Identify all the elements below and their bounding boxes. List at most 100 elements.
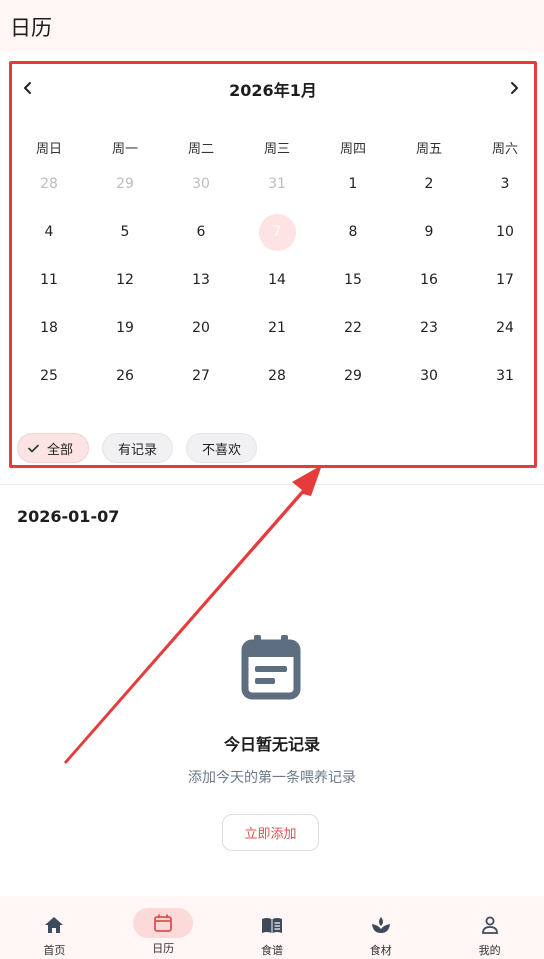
page-title: 日历 — [10, 16, 52, 40]
sprout-icon — [371, 917, 390, 933]
calendar-day-label: 13 — [192, 272, 210, 288]
nav-item-home[interactable]: 首页 — [0, 896, 109, 959]
calendar-day[interactable]: 31 — [467, 357, 543, 395]
calendar-day-label: 24 — [496, 320, 514, 336]
filter-chip-dislike[interactable]: 不喜欢 — [186, 433, 258, 463]
calendar-day-label: 1 — [348, 176, 358, 192]
calendar-day-label: 16 — [420, 272, 438, 288]
calendar-day[interactable]: 22 — [315, 309, 391, 347]
calendar-day-label: 22 — [344, 320, 362, 336]
calendar-day-label: 31 — [268, 176, 286, 192]
chevron-right-icon — [511, 82, 518, 94]
nav-item-ingredients[interactable]: 食材 — [326, 896, 435, 959]
calendar-day[interactable]: 23 — [391, 309, 467, 347]
calendar-day[interactable]: 4 — [11, 213, 87, 251]
weekday-label: 周四 — [339, 141, 366, 157]
calendar-day-label: 27 — [192, 368, 210, 384]
weekday-label: 周五 — [415, 141, 442, 157]
nav-label: 日历 — [152, 942, 175, 955]
calendar-day-label: 5 — [120, 224, 130, 240]
nav-label: 食材 — [369, 944, 392, 957]
calendar-day[interactable]: 21 — [239, 309, 315, 347]
calendar-day[interactable]: 24 — [467, 309, 543, 347]
calendar-day[interactable]: 26 — [87, 357, 163, 395]
filter-chip-all[interactable]: 全部 — [17, 433, 90, 463]
calendar-week: 18 19 20 21 22 23 24 — [11, 304, 535, 352]
calendar-day[interactable]: 6 — [163, 213, 239, 251]
calendar-day[interactable]: 18 — [11, 309, 87, 347]
calendar-day-label: 31 — [496, 368, 514, 384]
bottom-nav: 首页 日历 食谱 食材 我的 — [0, 896, 544, 959]
calendar-day-selected[interactable]: 7 — [239, 213, 315, 251]
calendar-day-label: 21 — [268, 320, 286, 336]
calendar-day[interactable]: 13 — [163, 261, 239, 299]
nav-item-calendar[interactable]: 日历 — [109, 896, 218, 959]
calendar-day[interactable]: 20 — [163, 309, 239, 347]
calendar-day[interactable]: 11 — [11, 261, 87, 299]
month-title: 2026年1月 — [229, 81, 317, 100]
calendar-day[interactable]: 15 — [315, 261, 391, 299]
calendar-day-label: 29 — [344, 368, 362, 384]
add-now-button[interactable]: 立即添加 — [222, 814, 319, 851]
calendar-day-label: 6 — [196, 224, 206, 240]
divider — [0, 484, 544, 485]
calendar-day-label: 8 — [348, 224, 358, 240]
home-icon — [45, 917, 64, 933]
calendar-day[interactable]: 30 — [391, 357, 467, 395]
calendar-day[interactable]: 9 — [391, 213, 467, 251]
filter-chip-label: 有记录 — [118, 442, 158, 458]
calendar-day-label: 28 — [40, 176, 58, 192]
calendar-day[interactable]: 14 — [239, 261, 315, 299]
nav-item-recipes[interactable]: 食谱 — [218, 896, 327, 959]
next-month-button[interactable] — [499, 73, 529, 103]
calendar-day-label: 17 — [496, 272, 514, 288]
calendar-day-label: 11 — [40, 272, 58, 288]
nav-icon-wrap — [24, 910, 84, 940]
calendar-day[interactable]: 3 — [467, 165, 543, 203]
calendar-day-label: 23 — [420, 320, 438, 336]
calendar-day-label: 2 — [424, 176, 434, 192]
calendar-grid: 周日 周一 周二 周三 周四 周五 周六 28 29 30 31 1 2 3 4 5 6 7 8 9 10… — [11, 136, 535, 400]
calendar-day[interactable]: 29 — [315, 357, 391, 395]
calendar-day-label: 18 — [40, 320, 58, 336]
calendar-day-label: 4 — [44, 224, 54, 240]
weekday-label: 周二 — [187, 141, 214, 157]
calendar-day[interactable]: 17 — [467, 261, 543, 299]
nav-label: 食谱 — [260, 944, 283, 957]
calendar-week: 28 29 30 31 1 2 3 — [11, 160, 535, 208]
calendar-day[interactable]: 16 — [391, 261, 467, 299]
calendar-day[interactable]: 30 — [163, 165, 239, 203]
calendar-day[interactable]: 10 — [467, 213, 543, 251]
calendar-day[interactable]: 12 — [87, 261, 163, 299]
calendar-day[interactable]: 5 — [87, 213, 163, 251]
calendar-day-label: 12 — [116, 272, 134, 288]
weekday-label: 周一 — [111, 141, 138, 157]
calendar-day[interactable]: 19 — [87, 309, 163, 347]
app-bar: 日历 — [0, 0, 544, 52]
calendar-day[interactable]: 8 — [315, 213, 391, 251]
calendar-day[interactable]: 2 — [391, 165, 467, 203]
filter-chip-label: 不喜欢 — [202, 442, 242, 458]
calendar-day-label: 30 — [192, 176, 210, 192]
calendar-day[interactable]: 1 — [315, 165, 391, 203]
check-icon — [28, 444, 39, 452]
calendar-day-label: 9 — [424, 224, 434, 240]
nav-item-profile[interactable]: 我的 — [435, 896, 544, 959]
calendar-day-label: 20 — [192, 320, 210, 336]
calendar-day-label: 14 — [268, 272, 286, 288]
calendar-week: 4 5 6 7 8 9 10 — [11, 208, 535, 256]
calendar-day[interactable]: 31 — [239, 165, 315, 203]
nav-icon-wrap — [351, 910, 411, 940]
calendar-day[interactable]: 27 — [163, 357, 239, 395]
filter-chip-recorded[interactable]: 有记录 — [102, 433, 174, 463]
selected-date: 2026-01-07 — [17, 507, 120, 526]
calendar-day[interactable]: 28 — [239, 357, 315, 395]
weekday-label: 周日 — [35, 141, 62, 157]
weekday-label: 周三 — [263, 141, 290, 157]
person-icon — [481, 916, 498, 934]
calendar-week: 25 26 27 28 29 30 31 — [11, 352, 535, 400]
calendar-day-label: 10 — [496, 224, 514, 240]
calendar-day[interactable]: 25 — [11, 357, 87, 395]
calendar-day[interactable]: 28 — [11, 165, 87, 203]
calendar-day[interactable]: 29 — [87, 165, 163, 203]
